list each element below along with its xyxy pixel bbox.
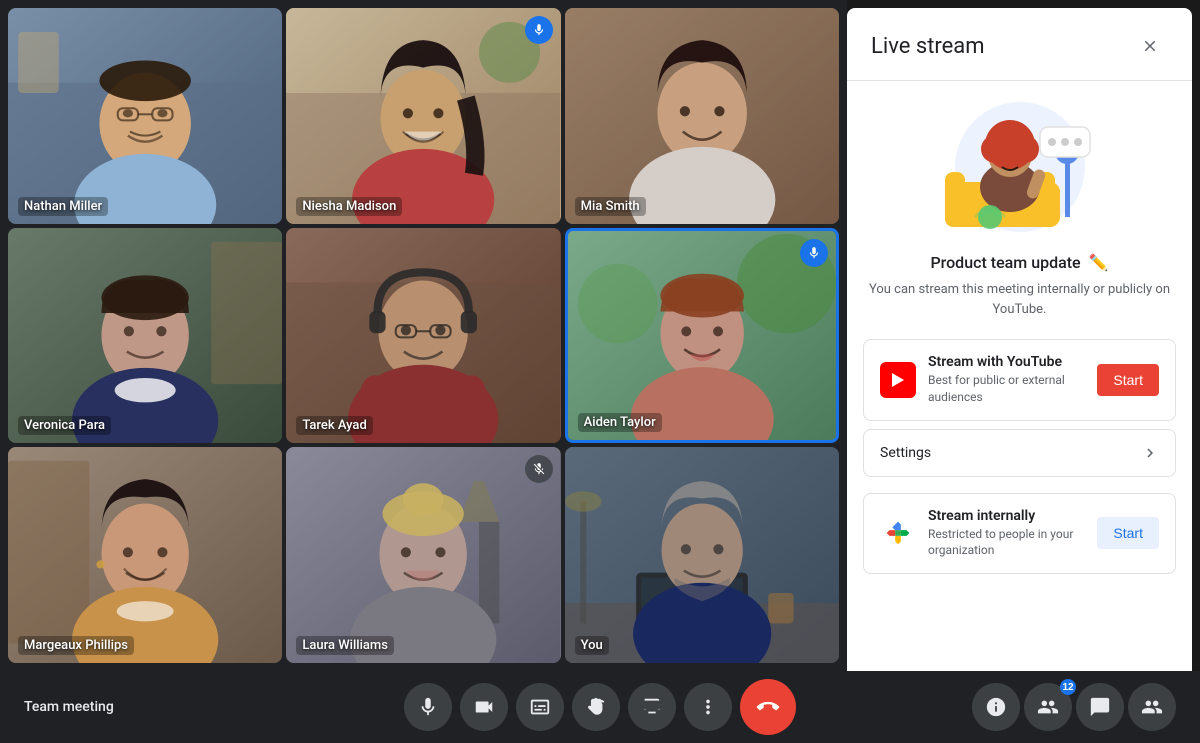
internal-start-button[interactable]: Start [1097, 517, 1159, 549]
audio-active-badge [800, 239, 828, 267]
mic-muted-badge [525, 455, 553, 483]
video-tile-self: You [565, 447, 839, 663]
participant-name: Niesha Madison [296, 197, 402, 216]
edit-icon[interactable]: ✏️ [1089, 253, 1109, 272]
panel-title: Live stream [871, 34, 985, 59]
settings-row[interactable]: Settings [863, 429, 1176, 477]
participant-name: Veronica Para [18, 416, 111, 435]
internal-stream-desc: Restricted to people in your organizatio… [928, 526, 1085, 560]
internal-stream-card: Stream internally Restricted to people i… [863, 493, 1176, 575]
video-tile: Niesha Madison [286, 8, 560, 224]
end-call-button[interactable] [740, 679, 796, 735]
youtube-start-button[interactable]: Start [1097, 364, 1159, 396]
settings-label: Settings [880, 445, 931, 461]
video-tile: Laura Williams [286, 447, 560, 663]
live-stream-panel: Live stream [847, 8, 1192, 671]
captions-button[interactable] [516, 683, 564, 731]
panel-header: Live stream [847, 8, 1192, 81]
people-count-badge: 12 [1060, 679, 1076, 695]
video-grid: Nathan Miller [0, 0, 847, 671]
meeting-label: Team meeting [24, 699, 404, 715]
meeting-title-row: Product team update ✏️ [863, 253, 1176, 272]
participant-name: Laura Williams [296, 636, 394, 655]
youtube-stream-info: Stream with YouTube Best for public or e… [928, 354, 1085, 406]
panel-body: Product team update ✏️ You can stream th… [847, 81, 1192, 671]
meeting-description: You can stream this meeting internally o… [863, 280, 1176, 319]
meeting-name: Product team update [930, 253, 1080, 272]
video-tile: Nathan Miller [8, 8, 282, 224]
stream-illustration [863, 97, 1176, 237]
participant-name: You [575, 636, 609, 655]
close-panel-button[interactable] [1132, 28, 1168, 64]
youtube-stream-card: Stream with YouTube Best for public or e… [863, 339, 1176, 421]
audio-active-badge [525, 16, 553, 44]
video-tile: Veronica Para [8, 228, 282, 444]
toolbar-right: 12 [796, 683, 1176, 731]
info-button[interactable] [972, 683, 1020, 731]
more-options-button[interactable] [684, 683, 732, 731]
microphone-button[interactable] [404, 683, 452, 731]
chevron-right-icon [1141, 444, 1159, 462]
camera-button[interactable] [460, 683, 508, 731]
raise-hand-button[interactable] [572, 683, 620, 731]
participant-name: Mia Smith [575, 197, 646, 216]
youtube-icon [880, 362, 916, 398]
toolbar: Team meeting [0, 671, 1200, 743]
activities-button[interactable] [1128, 683, 1176, 731]
participant-name: Nathan Miller [18, 197, 108, 216]
internal-stream-info: Stream internally Restricted to people i… [928, 508, 1085, 560]
participant-name: Tarek Ayad [296, 416, 372, 435]
youtube-stream-desc: Best for public or external audiences [928, 372, 1085, 406]
video-tile: Margeaux Phillips [8, 447, 282, 663]
participant-name: Aiden Taylor [578, 413, 662, 432]
video-tile: Mia Smith [565, 8, 839, 224]
gmeet-icon [880, 515, 916, 551]
present-button[interactable] [628, 683, 676, 731]
toolbar-center [404, 679, 796, 735]
youtube-stream-title: Stream with YouTube [928, 354, 1085, 370]
internal-stream-title: Stream internally [928, 508, 1085, 524]
video-tile: Tarek Ayad [286, 228, 560, 444]
chat-button[interactable] [1076, 683, 1124, 731]
participant-name: Margeaux Phillips [18, 636, 134, 655]
people-button[interactable]: 12 [1024, 683, 1072, 731]
video-tile-active: Aiden Taylor [565, 228, 839, 444]
